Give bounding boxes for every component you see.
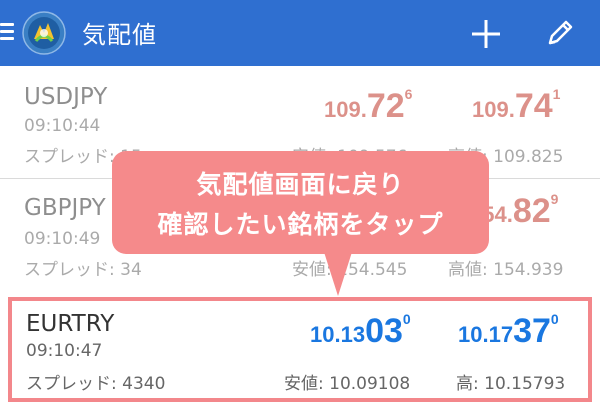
edit-pencil-icon[interactable]: [544, 17, 576, 49]
callout-line-2: 確認したい銘柄をタップ: [157, 210, 444, 239]
low-price-label: 安値: 10.09108: [284, 374, 411, 394]
bid-price: 109.726: [324, 86, 413, 125]
callout-line-1: 気配値画面に戻り: [196, 170, 405, 199]
quote-time: 09:10:49: [24, 229, 101, 249]
quote-time: 09:10:44: [24, 116, 101, 136]
bid-price: 10.13030: [310, 311, 411, 350]
quote-row-eurtry-highlighted[interactable]: EURTRY 09:10:47 スプレッド: 4340 10.13030 10.…: [8, 297, 592, 402]
callout-pointer: [324, 252, 352, 296]
symbol-name: EURTRY: [26, 311, 115, 337]
high-price-label: 高: 10.15793: [456, 374, 566, 394]
quote-time: 09:10:47: [26, 341, 103, 361]
ask-price: 10.17370: [458, 311, 559, 350]
menu-icon[interactable]: [0, 21, 14, 41]
instruction-callout: 気配値画面に戻り 確認したい銘柄をタップ: [112, 151, 489, 254]
page-title: 気配値: [82, 21, 157, 49]
symbol-name: USDJPY: [24, 84, 108, 110]
add-icon[interactable]: [470, 18, 502, 50]
app-bar: 気配値: [0, 0, 600, 66]
high-price-label: 高値: 154.939: [448, 260, 564, 280]
spread-label: スプレッド: 4340: [26, 374, 166, 394]
metatrader-logo-icon: [22, 11, 66, 55]
spread-label: スプレッド: 34: [24, 260, 142, 280]
ask-price: 109.741: [472, 86, 561, 125]
symbol-name: GBPJPY: [24, 195, 106, 221]
